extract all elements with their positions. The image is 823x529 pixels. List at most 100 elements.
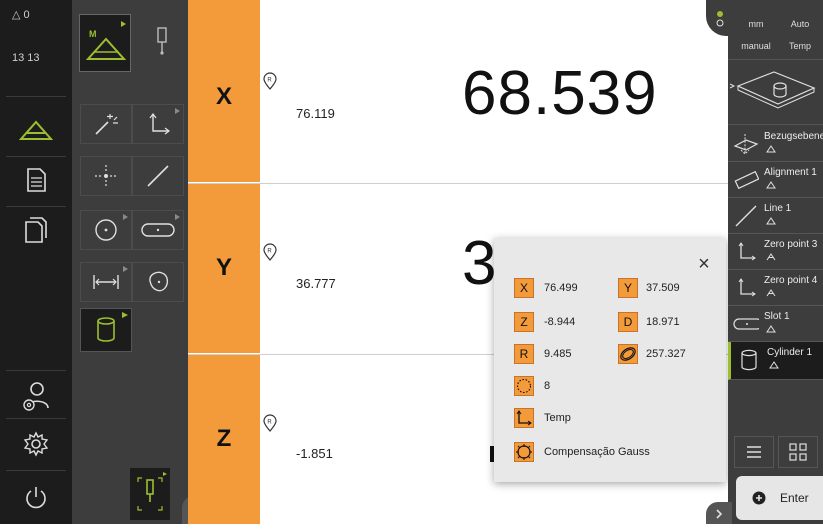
enter-button[interactable]: Enter (736, 476, 823, 520)
reference-icon-y: R (263, 243, 277, 261)
temp-toggle[interactable]: Temp (780, 38, 820, 54)
main-menu: △ 0 13 13 (0, 0, 72, 524)
auto-toggle[interactable]: Auto (780, 16, 820, 32)
grid-view-button[interactable] (778, 436, 818, 468)
d-result: 18.971 (646, 316, 680, 328)
measured-icon (769, 361, 779, 369)
svg-text:R: R (267, 78, 272, 84)
cylinder-icon (741, 349, 757, 371)
feature-panel: mm Auto manual Temp Bezugsebene Alignmen… (706, 0, 823, 524)
enter-label: Enter (780, 491, 809, 505)
feature-item-slot-1[interactable]: Slot 1 (728, 306, 823, 342)
z-chip: Z (514, 312, 534, 332)
feature-item-cylinder-1[interactable]: Cylinder 1 (728, 342, 823, 380)
circle-tool[interactable] (80, 210, 132, 250)
alignment-icon (734, 170, 759, 190)
measured-icon (766, 217, 776, 225)
slot-icon (733, 318, 759, 330)
list-menu-button[interactable] (734, 436, 774, 468)
measured-icon (766, 325, 776, 333)
document-icon[interactable] (0, 162, 72, 198)
nominal-value-y: 36.777 (296, 276, 336, 291)
feature-item-alignment-1[interactable]: Alignment 1 (728, 162, 823, 198)
zero-point-mark-icon (766, 289, 776, 297)
position-value-y: 3 (462, 229, 498, 298)
auto-detect-tool[interactable] (80, 104, 132, 144)
menu-icon (747, 446, 761, 458)
nominal-value-z: -1.851 (296, 446, 333, 461)
reference-icon-x: R (263, 72, 277, 90)
nominal-value-x: 76.119 (296, 106, 335, 121)
zero-point-mark-icon (766, 253, 776, 261)
z-result: -8.944 (544, 316, 576, 328)
feature-item-zero-point-3[interactable]: Zero point 3 (728, 234, 823, 270)
feature-label: Bezugsebene (764, 131, 823, 142)
unit-toggle[interactable]: mm (736, 16, 776, 32)
line-tool[interactable] (132, 156, 184, 196)
fitting-method: Compensação Gauss (544, 446, 650, 458)
x-result: 76.499 (544, 282, 578, 294)
close-button[interactable]: × (694, 254, 714, 274)
cylinder-tool[interactable] (80, 308, 132, 352)
settings-icon[interactable] (0, 424, 72, 464)
point-count-icon (514, 376, 534, 396)
tool-panel: M (72, 0, 208, 524)
axis-label-x: X (188, 12, 260, 182)
axis-label-z: Z (188, 354, 260, 524)
fitting-method-icon[interactable] (514, 442, 534, 462)
feature-label: Line 1 (764, 203, 792, 214)
slot-tool[interactable] (132, 210, 184, 250)
feature-label: Alignment 1 (764, 167, 817, 178)
r-chip: R (514, 344, 534, 364)
grid-icon (789, 443, 807, 461)
chevron-right-icon (716, 509, 723, 519)
feature-label: Slot 1 (764, 311, 790, 322)
feature-label: Zero point 3 (764, 239, 818, 250)
measured-icon (766, 181, 776, 189)
manual-toggle[interactable]: manual (736, 38, 776, 54)
add-icon (752, 491, 766, 505)
probe-icon[interactable] (142, 22, 182, 62)
line-icon (735, 205, 757, 227)
feature-label: Zero point 4 (764, 275, 818, 286)
warning-count: △ 0 (12, 9, 30, 21)
coordinate-system-icon[interactable] (514, 408, 534, 428)
reference-icon-z: R (263, 414, 277, 432)
power-icon[interactable] (0, 478, 72, 518)
feature-item-line-1[interactable]: Line 1 (728, 198, 823, 234)
file-management-icon[interactable] (0, 212, 72, 248)
blob-tool[interactable] (132, 262, 184, 302)
svg-text:M: M (89, 29, 97, 39)
status-time: 13 13 (12, 52, 40, 64)
panel-tab[interactable] (706, 0, 736, 36)
y-result: 37.509 (646, 282, 680, 294)
feature-preview[interactable] (728, 62, 823, 122)
plane-icon (733, 134, 759, 155)
cylindricity-icon (618, 344, 638, 364)
point-count: 8 (544, 380, 551, 392)
feature-item-zero-point-4[interactable]: Zero point 4 (728, 270, 823, 306)
svg-text:R: R (267, 420, 272, 426)
d-chip: D (618, 312, 638, 332)
position-value-x: 68.539 (462, 59, 658, 128)
result-preview-popup: × X 76.499 Y 37.509 Z -8.944 D 18.971 R … (494, 238, 726, 482)
distance-tool[interactable] (80, 262, 132, 302)
zero-point-icon (738, 278, 756, 297)
x-chip: X (514, 278, 534, 298)
feature-item-bezugsebene[interactable]: Bezugsebene (728, 126, 823, 162)
user-settings-icon[interactable] (0, 376, 72, 416)
svg-text:R: R (267, 249, 272, 255)
axis-label-y: Y (188, 183, 260, 353)
coordinate-system: Temp (544, 412, 571, 424)
measured-icon (766, 145, 776, 153)
point-tool[interactable] (80, 156, 132, 196)
zero-point-tool[interactable] (132, 104, 184, 144)
form-result: 257.327 (646, 348, 686, 360)
measure-mode-button[interactable]: M (79, 14, 131, 72)
feature-label: Cylinder 1 (767, 347, 813, 358)
probe-toggle-button[interactable] (130, 468, 170, 520)
zero-point-icon (738, 242, 756, 261)
expand-panel-button[interactable] (706, 502, 732, 524)
measure-icon[interactable] (0, 110, 72, 150)
y-chip: Y (618, 278, 638, 298)
